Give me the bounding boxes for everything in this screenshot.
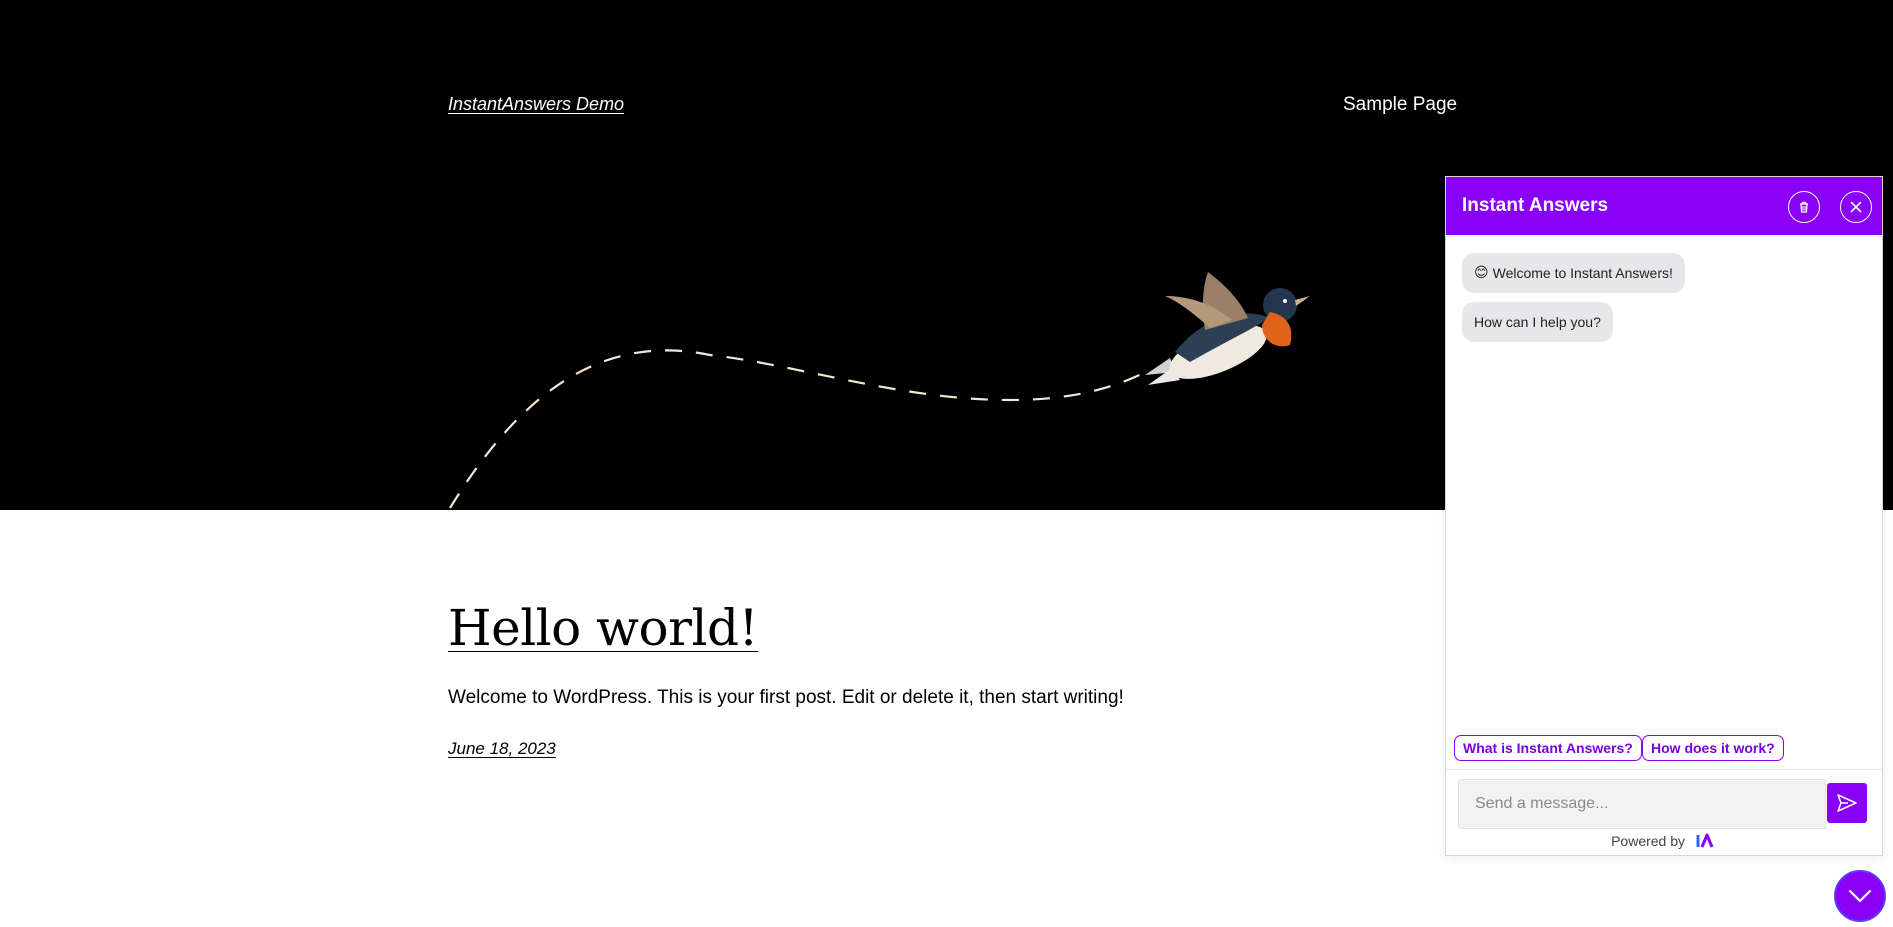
close-chat-button[interactable] <box>1840 191 1872 223</box>
chat-divider <box>1446 769 1882 770</box>
message-input-wrapper <box>1458 779 1826 829</box>
chat-message-help: How can I help you? <box>1462 302 1613 342</box>
site-title-link[interactable]: InstantAnswers Demo <box>448 94 624 115</box>
message-input[interactable] <box>1459 780 1825 828</box>
suggestion-chip-how-it-works[interactable]: How does it work? <box>1642 735 1784 761</box>
send-icon <box>1837 794 1857 812</box>
close-icon <box>1850 201 1862 213</box>
chat-toggle-button[interactable] <box>1834 870 1886 922</box>
post-date-link[interactable]: June 18, 2023 <box>448 739 556 759</box>
powered-by: Powered by <box>1446 833 1882 850</box>
powered-by-text: Powered by <box>1611 833 1686 849</box>
chat-title: Instant Answers <box>1462 195 1609 216</box>
clear-chat-button[interactable] <box>1788 191 1820 223</box>
dashed-flight-path <box>449 349 1151 509</box>
suggestion-chip-what-is[interactable]: What is Instant Answers? <box>1454 735 1642 761</box>
post-excerpt: Welcome to WordPress. This is your first… <box>448 687 1124 708</box>
chat-message-text: Welcome to Instant Answers! <box>1492 265 1673 281</box>
trash-icon <box>1800 201 1808 213</box>
nav-sample-page[interactable]: Sample Page <box>1343 94 1457 116</box>
chat-message-text: How can I help you? <box>1474 314 1601 330</box>
bird-illustration <box>1145 272 1310 385</box>
post-title-link[interactable]: Hello world! <box>448 598 759 658</box>
chevron-down-icon <box>1848 889 1872 903</box>
chat-header: Instant Answers <box>1446 177 1882 235</box>
chat-widget: Instant Answers 😊 Welcome to Instant Answ… <box>1445 176 1883 856</box>
instant-answers-logo-icon <box>1696 833 1714 848</box>
smile-emoji-icon: 😊 <box>1474 264 1489 281</box>
send-button[interactable] <box>1827 783 1867 823</box>
chat-message-welcome: 😊 Welcome to Instant Answers! <box>1462 253 1685 293</box>
